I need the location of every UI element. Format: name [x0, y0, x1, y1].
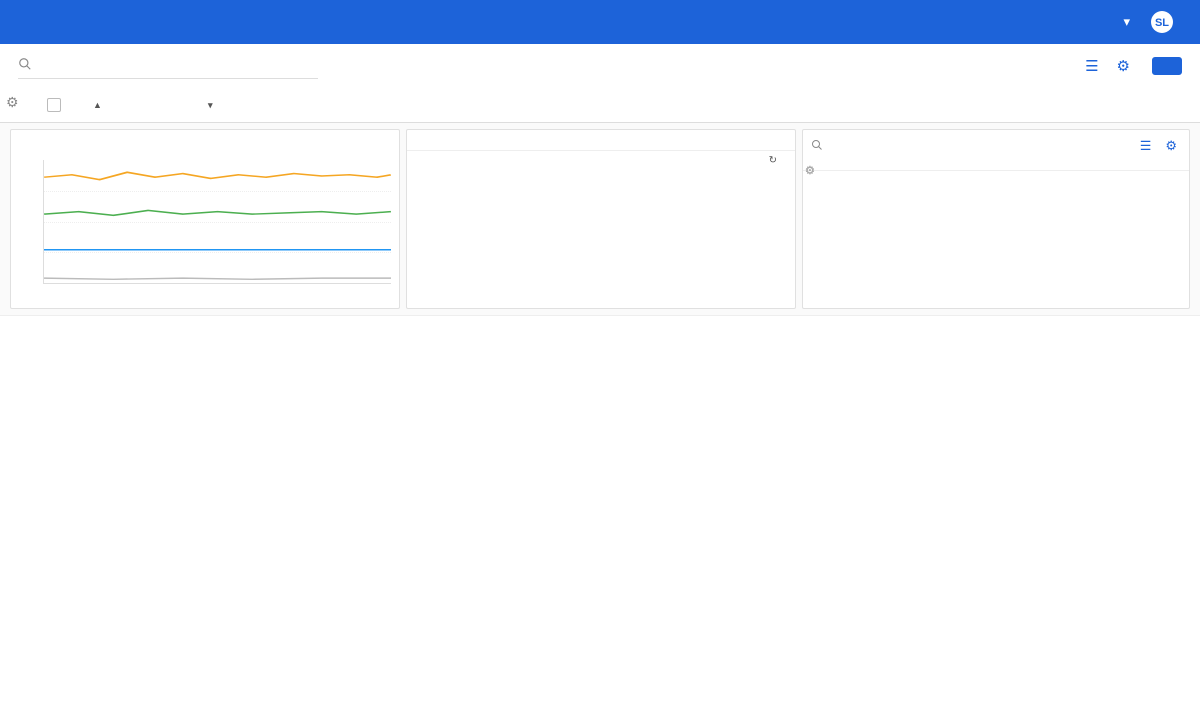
logs-rows	[803, 171, 1189, 295]
logs-search-input[interactable]	[829, 140, 1130, 152]
logs-gear-icon[interactable]: ⚙	[805, 164, 815, 177]
list-view-icon[interactable]: ☰	[1136, 134, 1156, 158]
toolbar: ☰ ⚙	[0, 44, 1200, 88]
table-gear-icon[interactable]: ⚙	[6, 94, 19, 111]
vitals-card	[10, 129, 400, 309]
gear-icon[interactable]: ⚙	[1161, 134, 1181, 158]
sort-asc-icon: ▲	[93, 100, 102, 110]
svg-text:SL: SL	[1155, 17, 1169, 29]
search-icon	[811, 139, 823, 154]
gear-icon[interactable]: ⚙	[1113, 53, 1134, 79]
add-devices-button[interactable]	[1152, 57, 1182, 75]
brand-icon: SL	[1150, 10, 1174, 34]
user-menu[interactable]: ▾	[1117, 14, 1130, 30]
device-detail-panel: ↻ ☰ ⚙ ⚙	[0, 123, 1200, 316]
logs-card: ☰ ⚙ ⚙	[802, 129, 1190, 309]
tools-output	[407, 170, 795, 268]
logs-columns: ⚙	[803, 162, 1189, 171]
select-all-checkbox[interactable]	[47, 98, 61, 112]
search-box[interactable]	[18, 52, 318, 79]
list-view-icon[interactable]: ☰	[1081, 53, 1102, 79]
col-ip[interactable]: ▾	[205, 100, 340, 111]
run-again-button[interactable]: ↻	[407, 151, 795, 170]
vitals-yaxis	[17, 156, 39, 288]
tools-card: ↻	[406, 129, 796, 309]
search-icon	[18, 57, 32, 74]
tools-tabs	[407, 142, 795, 151]
sort-icon: ▾	[208, 100, 213, 110]
devices-table: ⚙ ▲ ▾	[0, 88, 1200, 316]
brand-logo: SL	[1150, 10, 1180, 34]
search-input[interactable]	[36, 52, 318, 78]
chevron-down-icon: ▾	[1123, 14, 1130, 30]
logs-head: ☰ ⚙	[803, 130, 1189, 162]
table-header: ▲ ▾	[0, 88, 1200, 123]
app-header: ▾ SL	[0, 0, 1200, 44]
vitals-title	[11, 130, 399, 142]
refresh-icon: ↻	[769, 155, 777, 166]
vitals-chart	[43, 160, 391, 284]
col-device-name[interactable]: ▲	[90, 100, 205, 111]
header-right: ▾ SL	[1117, 10, 1180, 34]
